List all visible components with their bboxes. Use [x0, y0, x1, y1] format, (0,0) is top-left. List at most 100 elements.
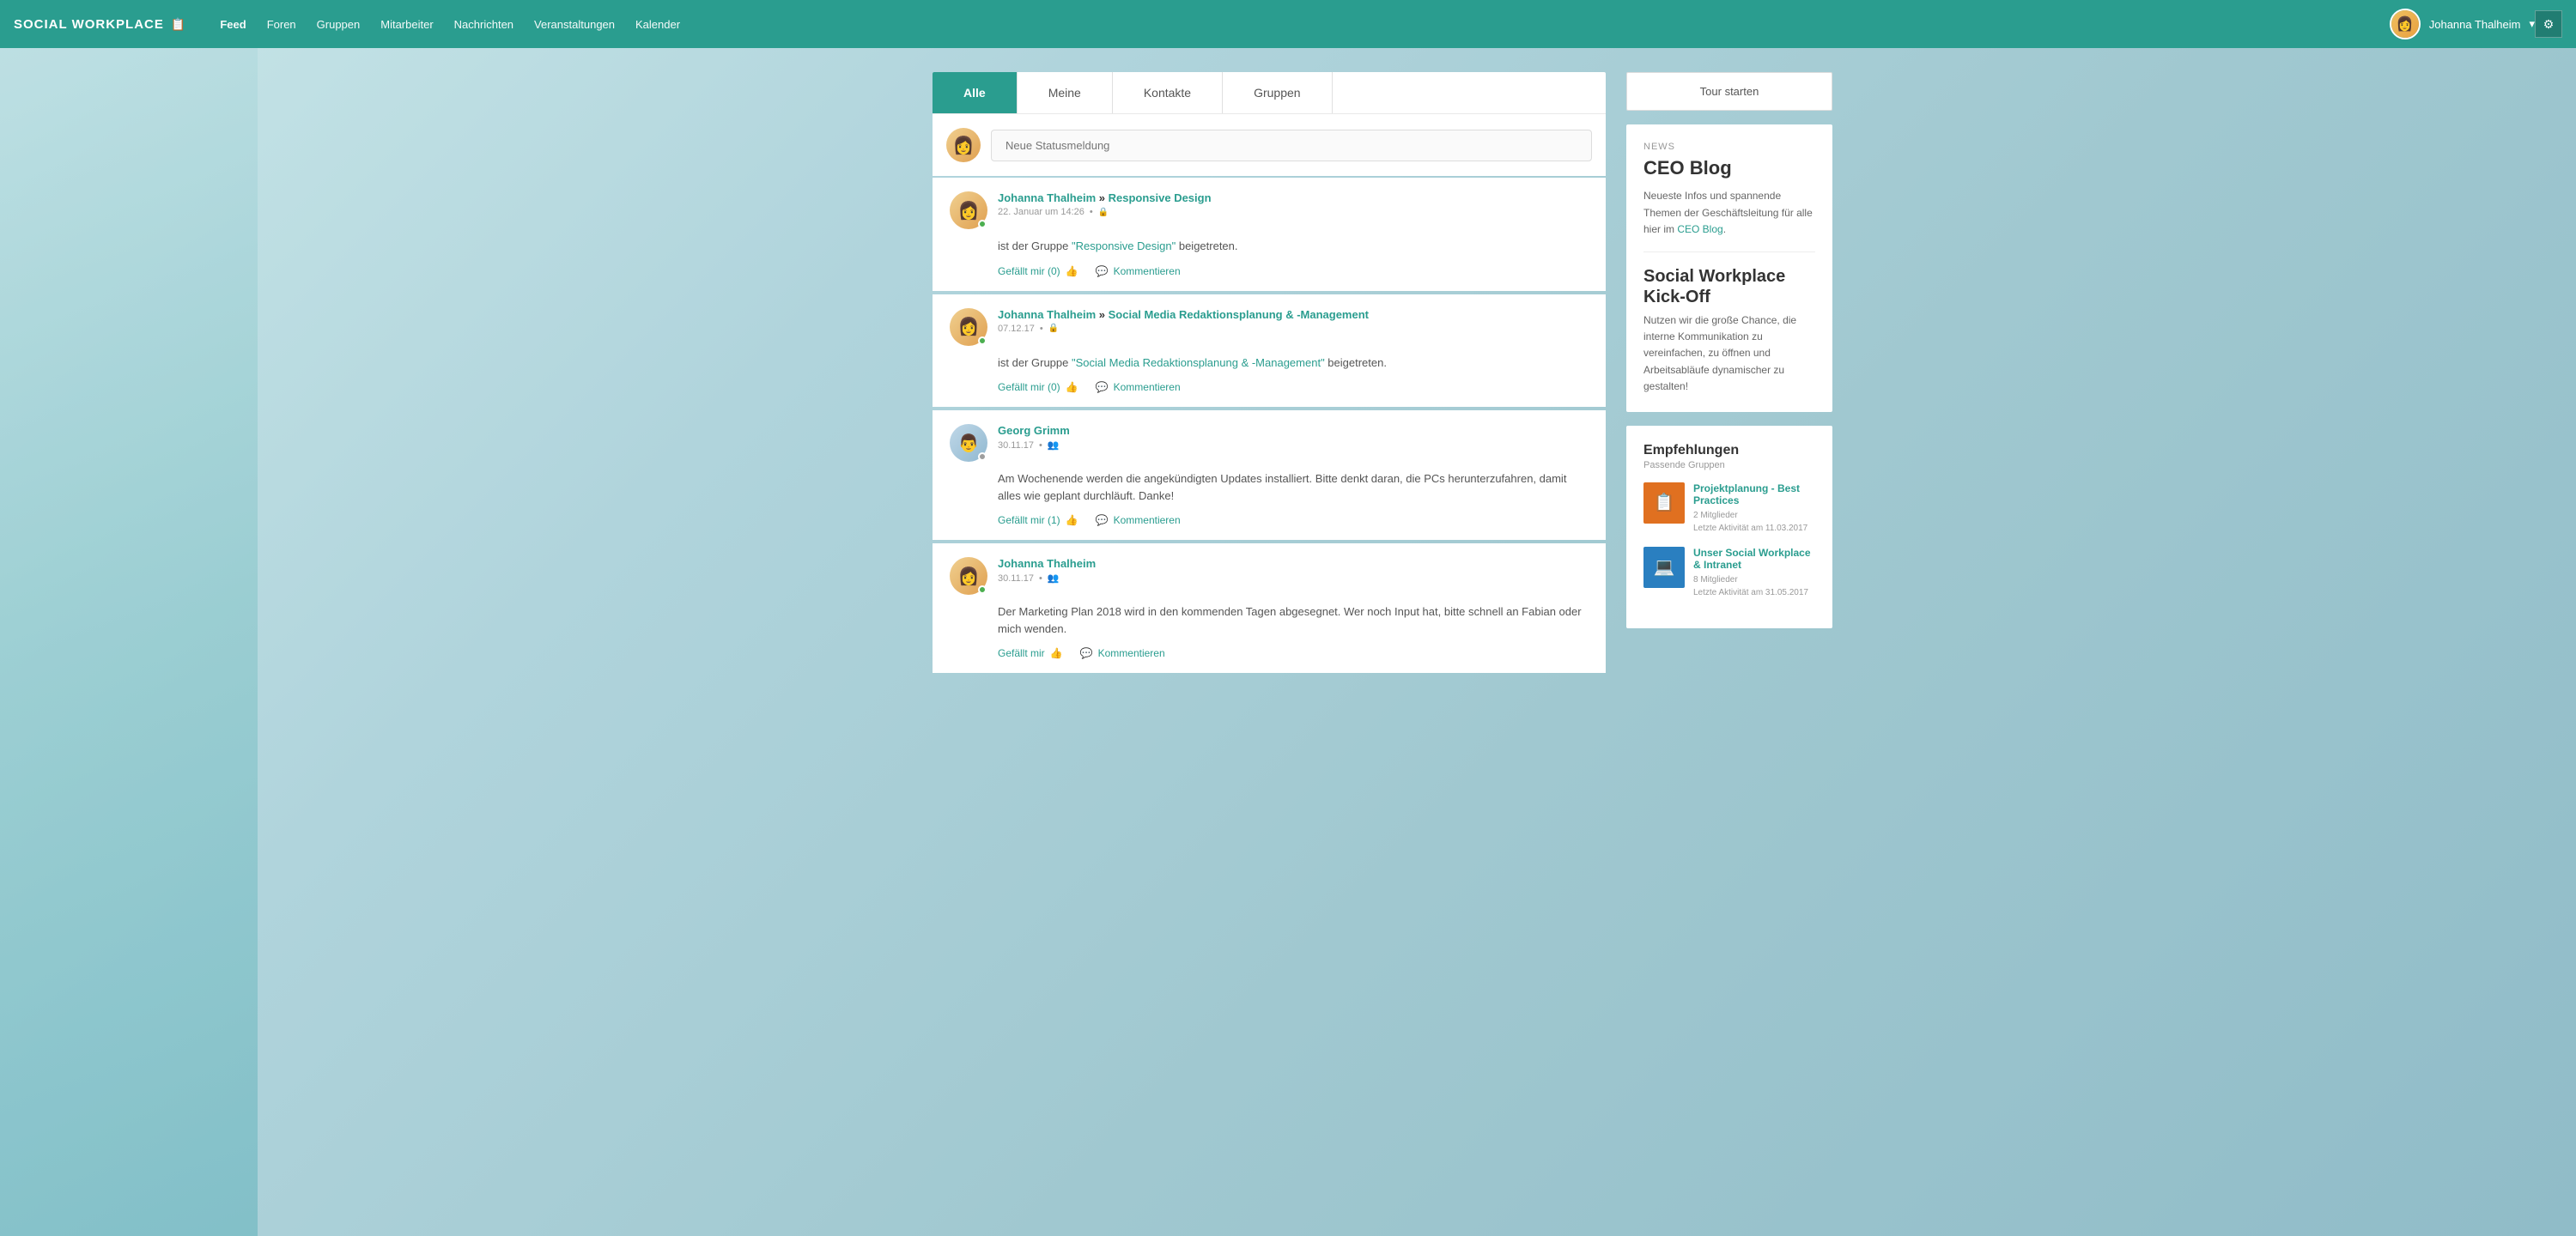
ceo-blog-link[interactable]: CEO Blog	[1677, 223, 1722, 235]
like-button-1[interactable]: Gefällt mir (0) 👍	[998, 265, 1078, 277]
author-name-1[interactable]: Johanna Thalheim	[998, 191, 1096, 204]
like-icon-2: 👍	[1066, 381, 1078, 393]
card-actions-3: Gefällt mir (1) 👍 💬 Kommentieren	[998, 514, 1589, 526]
card-meta-1: Johanna Thalheim » Responsive Design 22.…	[998, 191, 1589, 217]
user-menu[interactable]: 👩 Johanna Thalheim ▾	[2390, 9, 2535, 39]
main-layout: Alle Meine Kontakte Gruppen 👩 👩	[0, 0, 2576, 1236]
body-prefix-2: ist der Gruppe	[998, 356, 1072, 369]
header-logo[interactable]: SOCIAL WORKPLACE 📋	[14, 17, 185, 32]
author-name-3[interactable]: Georg Grimm	[998, 424, 1070, 437]
feed-post-4: 👩 Johanna Thalheim 30.11.17 • 👥	[933, 543, 1606, 673]
card-header-2: 👩 Johanna Thalheim » Social Media Redakt…	[950, 308, 1589, 346]
group-link-1[interactable]: Responsive Design	[1109, 191, 1212, 204]
status-dot-4	[978, 585, 987, 594]
nav-feed[interactable]: Feed	[220, 18, 246, 31]
card-meta-3: Georg Grimm 30.11.17 • 👥	[998, 424, 1589, 451]
card-body-3: Am Wochenende werden die angekündigten U…	[998, 470, 1589, 504]
comment-button-1[interactable]: 💬 Kommentieren	[1096, 265, 1181, 277]
body-group-link-2[interactable]: "Social Media Redaktionsplanung & -Manag…	[1072, 356, 1325, 369]
author-name-4[interactable]: Johanna Thalheim	[998, 557, 1096, 570]
nav-foren[interactable]: Foren	[267, 18, 296, 31]
empfehlungen-title: Empfehlungen	[1643, 443, 1815, 458]
like-label-1: Gefällt mir (0)	[998, 265, 1060, 277]
comment-label-2: Kommentieren	[1114, 381, 1181, 393]
group-name-2[interactable]: Unser Social Workplace & Intranet	[1693, 547, 1815, 571]
like-button-3[interactable]: Gefällt mir (1) 👍	[998, 514, 1078, 526]
comment-button-4[interactable]: 💬 Kommentieren	[1080, 647, 1165, 659]
news-card: News CEO Blog Neueste Infos und spannend…	[1626, 124, 1832, 412]
body-prefix-1: ist der Gruppe	[998, 239, 1072, 252]
group-members-1: 2 Mitglieder	[1693, 509, 1815, 522]
tab-alle[interactable]: Alle	[933, 72, 1018, 113]
group-meta-2: 8 Mitglieder Letzte Aktivität am 31.05.2…	[1693, 573, 1815, 599]
left-background	[0, 48, 258, 1236]
comment-label-4: Kommentieren	[1098, 647, 1165, 659]
nav-gruppen[interactable]: Gruppen	[317, 18, 361, 31]
card-header-1: 👩 Johanna Thalheim » Responsive Design 2…	[950, 191, 1589, 229]
like-icon-1: 👍	[1066, 265, 1078, 277]
comment-button-3[interactable]: 💬 Kommentieren	[1096, 514, 1181, 526]
avatar-wrap-2: 👩	[950, 308, 987, 346]
user-name: Johanna Thalheim	[2429, 18, 2521, 31]
group-thumb-icon-2: 💻	[1654, 556, 1675, 578]
body-suffix-1: beigetreten.	[1176, 239, 1237, 252]
group-link-2[interactable]: Social Media Redaktionsplanung & -Manage…	[1109, 308, 1369, 321]
tour-button[interactable]: Tour starten	[1626, 72, 1832, 111]
nav-kalender[interactable]: Kalender	[635, 18, 680, 31]
post-date-3: 30.11.17	[998, 440, 1034, 451]
feed-post-1: 👩 Johanna Thalheim » Responsive Design 2…	[933, 178, 1606, 291]
main-header: SOCIAL WORKPLACE 📋 Feed Foren Gruppen Mi…	[0, 0, 2576, 48]
avatar-image: 👩	[2391, 10, 2419, 38]
card-body-1: ist der Gruppe "Responsive Design" beige…	[998, 238, 1589, 255]
post-date-4: 30.11.17	[998, 573, 1034, 584]
like-button-4[interactable]: Gefällt mir 👍	[998, 647, 1063, 659]
kickoff-desc: Nutzen wir die große Chance, die interne…	[1643, 312, 1815, 395]
nav-nachrichten[interactable]: Nachrichten	[454, 18, 513, 31]
author-line-2: Johanna Thalheim » Social Media Redaktio…	[998, 308, 1589, 321]
logo-text: SOCIAL WORKPLACE	[14, 17, 164, 32]
group-thumb-2: 💻	[1643, 547, 1685, 588]
like-button-2[interactable]: Gefällt mir (0) 👍	[998, 381, 1078, 393]
settings-button[interactable]: ⚙	[2535, 10, 2562, 38]
status-input[interactable]	[991, 130, 1592, 161]
author-line-1: Johanna Thalheim » Responsive Design	[998, 191, 1589, 204]
comment-icon-4: 💬	[1080, 647, 1093, 659]
tab-meine[interactable]: Meine	[1018, 72, 1113, 113]
comment-label-3: Kommentieren	[1114, 514, 1181, 526]
tab-kontakte[interactable]: Kontakte	[1113, 72, 1223, 113]
feed-post-2: 👩 Johanna Thalheim » Social Media Redakt…	[933, 294, 1606, 408]
avatar-wrap-1: 👩	[950, 191, 987, 229]
desc-text-2: .	[1723, 223, 1726, 235]
like-label-3: Gefällt mir (1)	[998, 514, 1060, 526]
card-header-3: 👨 Georg Grimm 30.11.17 • 👥	[950, 424, 1589, 462]
author-name-2[interactable]: Johanna Thalheim	[998, 308, 1096, 321]
post-date-1: 22. Januar um 14:26	[998, 207, 1084, 217]
empfehlungen-card: Empfehlungen Passende Gruppen 📋 Projektp…	[1626, 426, 1832, 628]
group-thumb-icon-1: 📋	[1654, 492, 1675, 513]
empfehlungen-subtitle: Passende Gruppen	[1643, 460, 1815, 470]
group-name-1[interactable]: Projektplanung - Best Practices	[1693, 482, 1815, 506]
comment-label-1: Kommentieren	[1114, 265, 1181, 277]
news-section-label: News	[1643, 142, 1815, 152]
group-thumb-1: 📋	[1643, 482, 1685, 524]
tabs-bar: Alle Meine Kontakte Gruppen	[933, 72, 1606, 113]
body-group-link-1[interactable]: "Responsive Design"	[1072, 239, 1176, 252]
group-info-2: Unser Social Workplace & Intranet 8 Mitg…	[1693, 547, 1815, 599]
comment-button-2[interactable]: 💬 Kommentieren	[1096, 381, 1181, 393]
nav-mitarbeiter[interactable]: Mitarbeiter	[380, 18, 433, 31]
group-members-2: 8 Mitglieder	[1693, 573, 1815, 586]
status-post-area: 👩	[933, 113, 1606, 176]
comment-icon-2: 💬	[1096, 381, 1109, 393]
like-label-4: Gefällt mir	[998, 647, 1045, 659]
status-dot-3	[978, 452, 987, 461]
tab-gruppen[interactable]: Gruppen	[1223, 72, 1332, 113]
card-actions-4: Gefällt mir 👍 💬 Kommentieren	[998, 647, 1589, 659]
arrow-1: »	[1099, 191, 1109, 204]
settings-icon: ⚙	[2543, 17, 2555, 32]
johanna-avatar-img: 👩	[946, 128, 981, 162]
card-meta-2: Johanna Thalheim » Social Media Redaktio…	[998, 308, 1589, 334]
nav-veranstaltungen[interactable]: Veranstaltungen	[534, 18, 615, 31]
post-avatar-johanna: 👩	[946, 128, 981, 162]
comment-icon-1: 💬	[1096, 265, 1109, 277]
separator-dot-4: •	[1039, 573, 1042, 584]
